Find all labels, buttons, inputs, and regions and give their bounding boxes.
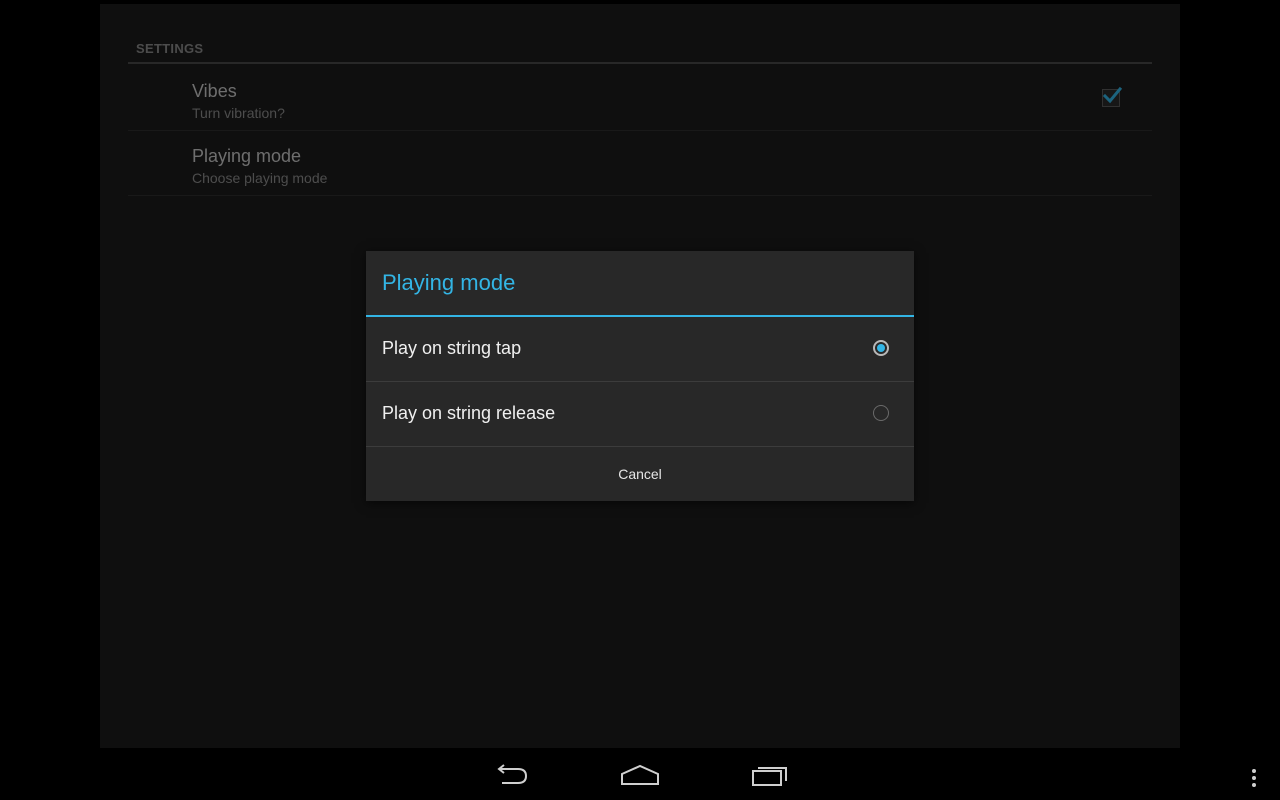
recent-apps-button[interactable] — [748, 762, 792, 788]
recent-apps-icon — [752, 767, 787, 786]
overflow-menu-button[interactable] — [1248, 768, 1260, 790]
home-icon — [621, 764, 659, 785]
playing-mode-dialog: Playing mode Play on string tap Play on … — [366, 251, 914, 501]
option-play-on-string-release[interactable]: Play on string release — [366, 382, 914, 447]
radio-button-selected[interactable] — [873, 340, 889, 356]
radio-button[interactable] — [873, 405, 889, 421]
option-play-on-string-tap[interactable]: Play on string tap — [366, 317, 914, 382]
home-button[interactable] — [618, 762, 662, 788]
screen: SETTINGS Vibes Turn vibration? Playing m… — [0, 0, 1280, 800]
option-label: Play on string release — [382, 403, 556, 423]
back-button[interactable] — [490, 762, 534, 788]
cancel-button[interactable]: Cancel — [366, 447, 914, 501]
back-icon — [497, 764, 528, 784]
overflow-menu-icon — [1252, 769, 1256, 787]
dialog-title: Playing mode — [382, 270, 516, 295]
option-label: Play on string tap — [382, 338, 522, 358]
navigation-bar — [0, 748, 1280, 800]
radio-dot — [877, 344, 885, 352]
